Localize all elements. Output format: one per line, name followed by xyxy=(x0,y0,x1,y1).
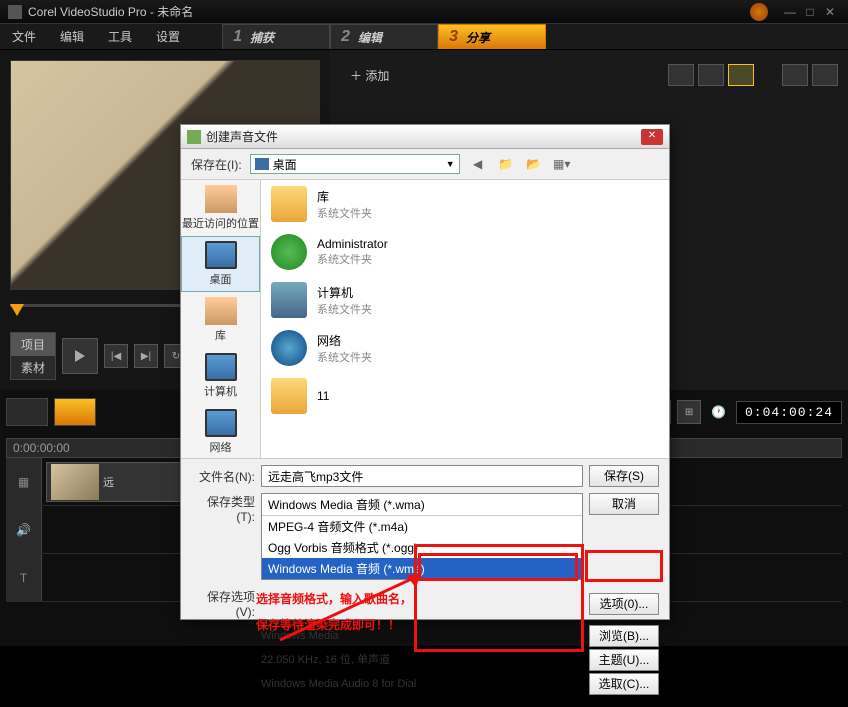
filetype-label: 保存类型(T): xyxy=(191,493,255,524)
dialog-close-button[interactable]: ✕ xyxy=(641,129,663,145)
prev-frame-button[interactable]: |◀ xyxy=(104,344,128,368)
lib-filter-video[interactable] xyxy=(668,64,694,86)
codec-info-3: Windows Media Audio 8 for Dial xyxy=(261,677,416,691)
lib-filter-image[interactable] xyxy=(698,64,724,86)
select-button[interactable]: 选取(C)... xyxy=(589,673,659,695)
save-button[interactable]: 保存(S) xyxy=(589,465,659,487)
dialog-icon xyxy=(187,130,201,144)
library-toolbar: ＋ 添加 xyxy=(340,60,838,90)
place-recent[interactable]: 最近访问的位置 xyxy=(181,180,260,236)
step-edit[interactable]: 2编辑 xyxy=(330,24,438,49)
window-title: Corel VideoStudio Pro - 未命名 xyxy=(28,3,750,20)
place-computer[interactable]: 计算机 xyxy=(181,348,260,404)
next-frame-button[interactable]: ▶| xyxy=(134,344,158,368)
place-network[interactable]: 网络 xyxy=(181,404,260,458)
places-bar: 最近访问的位置 桌面 库 计算机 网络 xyxy=(181,180,261,458)
clip-label: 远 xyxy=(103,474,114,490)
preview-mode-tabs: 项目 素材 xyxy=(10,332,56,380)
play-icon xyxy=(75,350,85,362)
title-track-head[interactable]: T xyxy=(6,554,42,601)
dialog-title: 创建声音文件 xyxy=(206,128,641,145)
save-options-label: 保存选项(V): xyxy=(191,588,255,619)
file-item-computer[interactable]: 计算机系统文件夹 xyxy=(261,276,669,324)
tab-source[interactable]: 素材 xyxy=(11,356,55,379)
subject-button[interactable]: 主题(U)... xyxy=(589,649,659,671)
clock-icon: 🕐 xyxy=(711,405,726,419)
maximize-button[interactable]: □ xyxy=(800,5,820,19)
lib-filter-audio[interactable] xyxy=(728,64,754,86)
file-item-administrator[interactable]: Administrator系统文件夹 xyxy=(261,228,669,276)
file-list[interactable]: 库系统文件夹 Administrator系统文件夹 计算机系统文件夹 网络系统文… xyxy=(261,180,669,458)
menu-tools[interactable]: 工具 xyxy=(96,24,144,49)
storyboard-mode-button[interactable] xyxy=(6,398,48,426)
place-desktop[interactable]: 桌面 xyxy=(181,236,260,292)
chevron-down-icon: ▼ xyxy=(446,159,455,169)
tab-project[interactable]: 项目 xyxy=(11,333,55,356)
play-button[interactable] xyxy=(62,338,98,374)
place-libraries[interactable]: 库 xyxy=(181,292,260,348)
file-item-libraries[interactable]: 库系统文件夹 xyxy=(261,180,669,228)
dialog-lower: 文件名(N): 保存(S) 保存类型(T): Windows Media 音频 … xyxy=(181,459,669,707)
minimize-button[interactable]: — xyxy=(780,5,800,19)
app-icon xyxy=(8,5,22,19)
menu-settings[interactable]: 设置 xyxy=(144,24,192,49)
titlebar: Corel VideoStudio Pro - 未命名 — □ ✕ xyxy=(0,0,848,24)
filetype-selected: Windows Media 音频 (*.wma) xyxy=(262,494,582,515)
annotation-text: 选择音频格式，输入歌曲名， 保存等待渲染完成即可！！ xyxy=(256,586,412,638)
playhead-icon[interactable] xyxy=(10,304,24,316)
close-button[interactable]: ✕ xyxy=(820,5,840,19)
back-button[interactable]: ◀ xyxy=(468,154,488,174)
filetype-options: MPEG-4 音频文件 (*.m4a) Ogg Vorbis 音频格式 (*.o… xyxy=(262,515,582,579)
file-item-11[interactable]: 11 xyxy=(261,372,669,420)
video-clip[interactable]: 远 xyxy=(46,462,186,502)
option-wma[interactable]: Windows Media 音频 (*.wma) xyxy=(262,558,582,579)
clip-thumbnail xyxy=(51,464,99,500)
lib-sort-button[interactable] xyxy=(782,64,808,86)
step-tabs: 1捕获 2编辑 3分享 xyxy=(222,24,546,49)
filetype-dropdown[interactable]: Windows Media 音频 (*.wma) MPEG-4 音频文件 (*.… xyxy=(261,493,583,580)
add-media-button[interactable]: ＋ 添加 xyxy=(340,63,399,88)
video-track-head[interactable]: ▦ xyxy=(6,458,42,505)
menu-file[interactable]: 文件 xyxy=(0,24,48,49)
option-ogg[interactable]: Ogg Vorbis 音频格式 (*.ogg) xyxy=(262,537,582,558)
save-dialog: 创建声音文件 ✕ 保存在(I): 桌面 ▼ ◀ 📁 📂 ▦▾ 最近访问的位置 桌… xyxy=(180,124,670,620)
save-in-label: 保存在(I): xyxy=(191,156,242,173)
file-item-network[interactable]: 网络系统文件夹 xyxy=(261,324,669,372)
audio-track-head[interactable]: 🔊 xyxy=(6,506,42,553)
dialog-titlebar[interactable]: 创建声音文件 ✕ xyxy=(181,125,669,149)
timecode-display[interactable]: 0:04:00:24 xyxy=(736,401,842,424)
desktop-icon xyxy=(255,158,269,170)
filename-input[interactable] xyxy=(261,465,583,487)
step-share[interactable]: 3分享 xyxy=(438,24,546,49)
menu-edit[interactable]: 编辑 xyxy=(48,24,96,49)
filename-label: 文件名(N): xyxy=(191,468,255,485)
new-folder-button[interactable]: 📂 xyxy=(524,154,544,174)
menubar: 文件 编辑 工具 设置 1捕获 2编辑 3分享 xyxy=(0,24,848,50)
up-button[interactable]: 📁 xyxy=(496,154,516,174)
dialog-toolbar: 保存在(I): 桌面 ▼ ◀ 📁 📂 ▦▾ xyxy=(181,149,669,179)
cancel-button[interactable]: 取消 xyxy=(589,493,659,515)
step-capture[interactable]: 1捕获 xyxy=(222,24,330,49)
dialog-body: 最近访问的位置 桌面 库 计算机 网络 库系统文件夹 Administrator… xyxy=(181,179,669,459)
fit-button[interactable]: ⊞ xyxy=(677,400,701,424)
save-location-dropdown[interactable]: 桌面 ▼ xyxy=(250,154,460,174)
view-menu-button[interactable]: ▦▾ xyxy=(552,154,572,174)
option-m4a[interactable]: MPEG-4 音频文件 (*.m4a) xyxy=(262,516,582,537)
lib-view-button[interactable] xyxy=(812,64,838,86)
help-icon[interactable] xyxy=(750,3,768,21)
options-button[interactable]: 选项(0)... xyxy=(589,593,659,615)
timeline-mode-button[interactable] xyxy=(54,398,96,426)
codec-info-2: 22.050 KHz, 16 位, 单声道 xyxy=(261,653,390,667)
